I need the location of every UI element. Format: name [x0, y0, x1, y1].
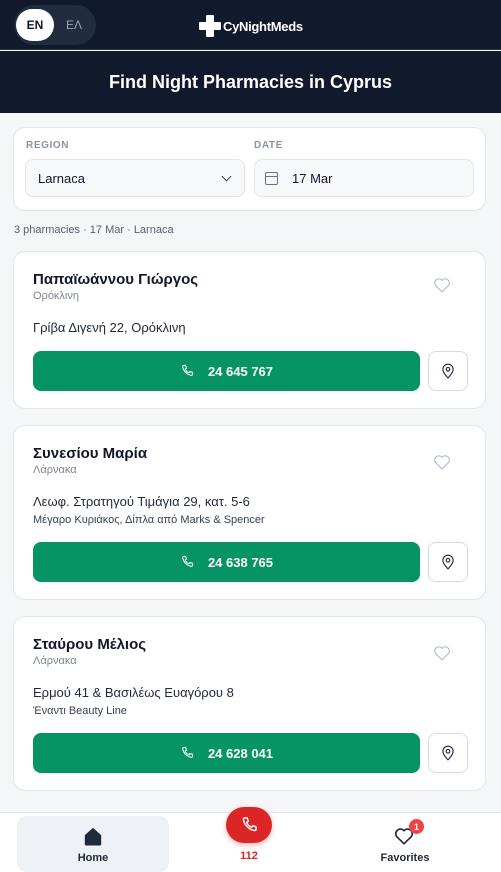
map-pin-icon — [442, 363, 454, 379]
region-label: REGION — [26, 140, 70, 151]
lang-el-button[interactable]: ΕΛ — [55, 9, 93, 41]
phone-icon — [182, 746, 194, 758]
phone-number: 24 638 765 — [207, 554, 274, 570]
pharmacy-name: Σταύρου Μέλιος — [33, 636, 147, 653]
pharmacy-address: Ερμού 41 & Βασιλέως Ευαγόρου 8 — [33, 685, 234, 700]
date-label: DATE — [254, 140, 283, 151]
phone-number: 24 628 041 — [207, 745, 274, 761]
phone-icon — [182, 364, 194, 376]
pharmacy-town: Λάρνακα — [33, 464, 77, 476]
emergency-label: 112 — [240, 850, 258, 862]
map-button[interactable] — [428, 542, 468, 582]
phone-icon — [242, 817, 257, 832]
heart-icon[interactable] — [433, 277, 451, 293]
date-picker[interactable]: 17 Mar — [254, 159, 474, 197]
pharmacy-note: Μέγαρο Κυριάκος, Δίπλα από Marks & Spenc… — [33, 514, 265, 526]
map-button[interactable] — [428, 733, 468, 773]
call-button[interactable]: 24 628 041 — [33, 733, 420, 773]
region-value: Larnaca — [38, 170, 85, 186]
page-title: Find Night Pharmacies in Cyprus — [108, 71, 393, 92]
brand-name: CyNightMeds — [223, 18, 303, 34]
pharmacy-town: Λάρνακα — [33, 655, 77, 667]
medical-cross-icon — [199, 15, 221, 37]
emergency-call-button[interactable] — [226, 807, 272, 843]
brand-logo[interactable]: CyNightMeds — [199, 14, 303, 38]
chevron-down-icon — [221, 171, 232, 182]
call-button[interactable]: 24 645 767 — [33, 351, 420, 391]
pharmacy-note: Έναντι Beauty Line — [33, 705, 127, 717]
pharmacy-card: Σταύρου Μέλιος Λάρνακα Ερμού 41 & Βασιλέ… — [13, 616, 486, 791]
phone-icon — [182, 555, 194, 567]
heart-icon[interactable] — [433, 645, 451, 661]
region-select[interactable]: Larnaca — [25, 159, 245, 197]
pharmacy-name: Συνεσίου Μαρία — [33, 445, 148, 462]
call-button[interactable]: 24 638 765 — [33, 542, 420, 582]
heart-icon[interactable] — [433, 454, 451, 470]
pharmacy-address: Λεωφ. Στρατηγού Τιμάγια 29, κατ. 5-6 — [33, 494, 250, 509]
top-bar: EN ΕΛ CyNightMeds — [0, 0, 501, 50]
hero-banner: Find Night Pharmacies in Cyprus — [0, 51, 501, 113]
nav-home-label: Home — [77, 852, 109, 864]
pharmacy-card: Παπαϊωάννου Γιώργος Ορόκλινη Γρίβα Διγεν… — [13, 251, 486, 409]
pharmacy-card: Συνεσίου Μαρία Λάρνακα Λεωφ. Στρατηγού Τ… — [13, 425, 486, 600]
map-pin-icon — [442, 554, 454, 570]
phone-number: 24 645 767 — [207, 363, 274, 379]
pharmacy-town: Ορόκλινη — [33, 290, 79, 302]
language-toggle: EN ΕΛ — [14, 5, 96, 45]
nav-favorites-label: Favorites — [380, 852, 430, 864]
nav-favorites[interactable]: Favorites — [355, 816, 455, 872]
filter-card: REGION Larnaca DATE 17 Mar — [13, 127, 486, 211]
nav-home[interactable]: Home — [17, 816, 169, 872]
pharmacy-address: Γρίβα Διγενή 22, Ορόκλινη — [33, 320, 186, 335]
lang-en-button[interactable]: EN — [16, 9, 54, 41]
pharmacy-name: Παπαϊωάννου Γιώργος — [33, 271, 199, 288]
calendar-icon — [265, 171, 278, 185]
map-pin-icon — [442, 745, 454, 761]
map-button[interactable] — [428, 351, 468, 391]
home-icon — [84, 827, 102, 846]
results-summary: 3 pharmacies · 17 Mar · Larnaca — [14, 224, 174, 236]
favorites-count-badge: 1 — [409, 819, 424, 834]
date-value: 17 Mar — [292, 170, 333, 186]
